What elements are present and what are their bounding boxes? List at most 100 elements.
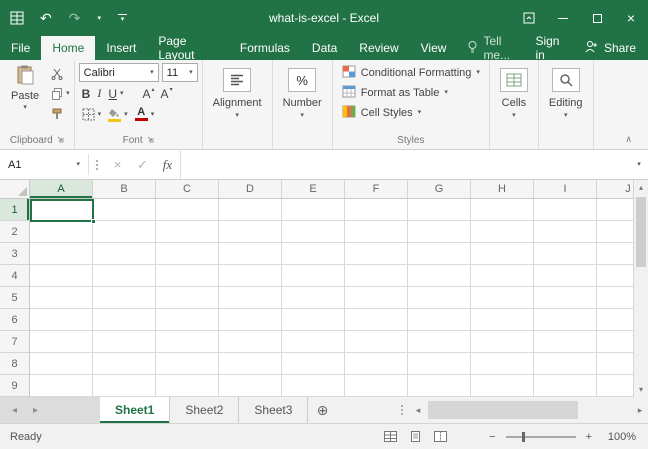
- tab-formulas[interactable]: Formulas: [229, 36, 301, 60]
- fill-handle[interactable]: [91, 219, 96, 224]
- clipboard-dialog-launcher-icon[interactable]: [57, 135, 64, 146]
- zoom-handle[interactable]: [522, 432, 525, 442]
- row-header-4[interactable]: 4: [0, 265, 29, 287]
- column-header-i[interactable]: I: [534, 180, 597, 198]
- column-header-e[interactable]: E: [282, 180, 345, 198]
- cell-styles-button[interactable]: Cell Styles ▾: [337, 103, 426, 123]
- tab-view[interactable]: View: [410, 36, 458, 60]
- undo-icon[interactable]: ↶: [40, 10, 52, 27]
- row-header-9[interactable]: 9: [0, 375, 29, 397]
- tab-file[interactable]: File: [0, 36, 41, 60]
- format-painter-button[interactable]: [51, 106, 70, 122]
- column-header-h[interactable]: H: [471, 180, 534, 198]
- scroll-left-icon[interactable]: ◂: [410, 397, 426, 423]
- horizontal-scrollbar[interactable]: ◂ ▸: [410, 397, 648, 423]
- font-color-button[interactable]: A ▾: [135, 107, 155, 123]
- number-group[interactable]: % Number ▾: [273, 60, 333, 149]
- insert-function-icon[interactable]: fx: [155, 150, 180, 179]
- name-box[interactable]: A1 ▾: [0, 150, 88, 179]
- styles-group: Conditional Formatting ▾ Format as Table…: [333, 60, 490, 149]
- sheet-tab-sheet3[interactable]: Sheet3: [239, 397, 308, 423]
- column-header-j[interactable]: J: [597, 180, 633, 198]
- scroll-right-icon[interactable]: ▸: [632, 397, 648, 423]
- row-header-3[interactable]: 3: [0, 243, 29, 265]
- tell-me-box[interactable]: Tell me...: [457, 36, 525, 60]
- font-size-select[interactable]: 11 ▾: [162, 63, 198, 82]
- formula-input[interactable]: [180, 150, 630, 179]
- ribbon-display-options-icon[interactable]: [512, 0, 546, 36]
- minimize-icon[interactable]: [546, 0, 580, 36]
- tab-page-layout[interactable]: Page Layout: [147, 36, 229, 60]
- share-button[interactable]: Share: [573, 36, 648, 60]
- customize-quick-access-icon[interactable]: ▾: [118, 14, 127, 23]
- alignment-group[interactable]: Alignment ▾: [203, 60, 273, 149]
- sheet-tab-sheet1[interactable]: Sheet1: [100, 397, 170, 423]
- normal-view-icon[interactable]: [384, 431, 397, 442]
- column-header-d[interactable]: D: [219, 180, 282, 198]
- selected-cell[interactable]: [30, 199, 94, 222]
- row-header-1[interactable]: 1: [0, 199, 29, 221]
- format-as-table-button[interactable]: Format as Table ▾: [337, 83, 453, 103]
- tab-review[interactable]: Review: [348, 36, 409, 60]
- bold-button[interactable]: B: [82, 87, 91, 101]
- zoom-out-icon[interactable]: −: [489, 431, 495, 443]
- scroll-down-icon[interactable]: ▾: [634, 382, 648, 397]
- fill-color-button[interactable]: ▾: [108, 107, 128, 123]
- tab-splitter[interactable]: [394, 397, 410, 423]
- maximize-icon[interactable]: [580, 0, 614, 36]
- sign-in-button[interactable]: Sign in: [525, 36, 573, 60]
- page-layout-view-icon[interactable]: [409, 431, 422, 442]
- zoom-slider[interactable]: [506, 436, 576, 438]
- cut-button[interactable]: [51, 66, 70, 82]
- column-header-c[interactable]: C: [156, 180, 219, 198]
- font-dialog-launcher-icon[interactable]: [147, 135, 154, 146]
- copy-button[interactable]: ▾: [51, 86, 70, 102]
- column-header-f[interactable]: F: [345, 180, 408, 198]
- cells-group[interactable]: Cells ▾: [490, 60, 539, 149]
- tab-home[interactable]: Home: [41, 36, 95, 60]
- page-break-view-icon[interactable]: [434, 431, 447, 442]
- column-header-a[interactable]: A: [30, 180, 93, 198]
- underline-button[interactable]: U ▾: [108, 86, 123, 102]
- row-header-8[interactable]: 8: [0, 353, 29, 375]
- column-header-g[interactable]: G: [408, 180, 471, 198]
- column-header-b[interactable]: B: [93, 180, 156, 198]
- redo-icon[interactable]: ↷: [69, 10, 81, 27]
- conditional-formatting-button[interactable]: Conditional Formatting ▾: [337, 63, 485, 83]
- enter-icon[interactable]: ✓: [130, 150, 155, 179]
- font-name-select[interactable]: Calibri ▾: [79, 63, 159, 82]
- formula-bar-expand-icon[interactable]: ▾: [630, 150, 648, 179]
- collapse-ribbon-icon[interactable]: ∧: [625, 134, 632, 145]
- horizontal-scroll-thumb[interactable]: [428, 401, 578, 419]
- close-icon[interactable]: ×: [614, 0, 648, 36]
- editing-group[interactable]: Editing ▾: [539, 60, 594, 149]
- name-box-splitter[interactable]: [89, 150, 105, 179]
- zoom-level[interactable]: 100%: [602, 431, 636, 443]
- increase-font-size-button[interactable]: A▴: [143, 87, 155, 101]
- paste-button[interactable]: Paste ▾: [4, 63, 46, 122]
- tab-insert[interactable]: Insert: [95, 36, 147, 60]
- cells-area[interactable]: [30, 199, 633, 397]
- scroll-up-icon[interactable]: ▴: [634, 180, 648, 195]
- zoom-in-icon[interactable]: +: [586, 431, 592, 443]
- select-all-corner[interactable]: [0, 180, 30, 199]
- borders-button[interactable]: ▾: [82, 107, 102, 123]
- vertical-scroll-thumb[interactable]: [636, 197, 646, 267]
- prev-sheet-icon[interactable]: ◂: [12, 405, 17, 416]
- row-header-6[interactable]: 6: [0, 309, 29, 331]
- decrease-font-size-button[interactable]: A▾: [161, 87, 173, 101]
- excel-logo-icon[interactable]: [10, 11, 24, 25]
- row-header-2[interactable]: 2: [0, 221, 29, 243]
- vertical-scrollbar[interactable]: ▴ ▾: [633, 180, 648, 397]
- new-sheet-icon[interactable]: ⊕: [308, 397, 336, 423]
- italic-button[interactable]: I: [97, 86, 101, 101]
- tab-data[interactable]: Data: [301, 36, 348, 60]
- cancel-icon[interactable]: ×: [105, 150, 130, 179]
- dropdown-caret-icon: ▾: [98, 111, 102, 119]
- next-sheet-icon[interactable]: ▸: [33, 405, 38, 416]
- row-header-7[interactable]: 7: [0, 331, 29, 353]
- row-header-5[interactable]: 5: [0, 287, 29, 309]
- paste-label: Paste: [11, 90, 39, 102]
- quick-access-dropdown-icon[interactable]: ▾: [97, 15, 101, 22]
- sheet-tab-sheet2[interactable]: Sheet2: [170, 397, 239, 423]
